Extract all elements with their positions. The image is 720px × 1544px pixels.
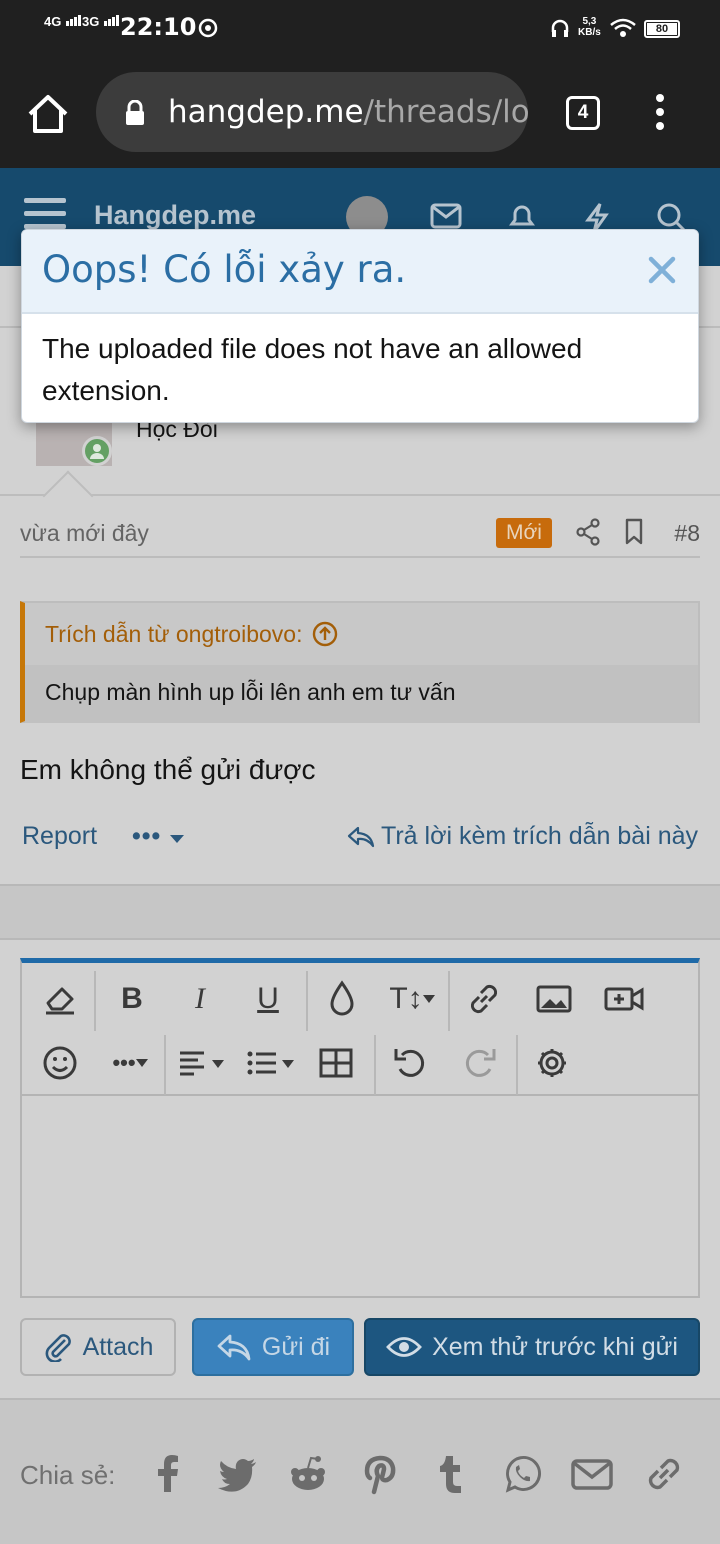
reply-icon [347,826,375,847]
paperclip-icon [45,1334,71,1362]
video-icon[interactable] [602,977,646,1021]
send-button[interactable]: Gửi đi [192,1318,354,1376]
post-number-link[interactable]: #8 [674,520,700,547]
copy-link-icon[interactable] [642,1452,686,1496]
tumblr-icon[interactable] [428,1452,472,1496]
url-text: hangdep.me/threads/loa [168,94,528,130]
post-message: Em không thể gửi được [20,754,316,785]
reply-editor: B I U T↕ ••• [20,958,700,1298]
headphones-icon [551,19,569,37]
email-icon[interactable] [570,1452,614,1496]
quote-text: Chụp màn hình up lỗi lên anh em tư vấn [25,665,698,723]
site-logo-text[interactable]: Hangdep.me [94,200,256,231]
message-textarea[interactable] [22,1098,698,1296]
caret-down-icon [170,835,185,843]
color-drop-icon[interactable] [320,977,364,1021]
attach-button[interactable]: Attach [20,1318,176,1376]
browser-toolbar: hangdep.me/threads/loa 4 [0,56,720,168]
bookmark-icon[interactable] [624,518,644,546]
new-badge: Mới [496,518,552,548]
image-icon[interactable] [532,977,576,1021]
settings-gear-icon[interactable] [530,1041,574,1085]
share-icon[interactable] [576,518,600,546]
reply-with-quote-link[interactable]: Trả lời kèm trích dẫn bài này [347,822,698,851]
post-actions-bar: Report ••• Trả lời kèm trích dẫn bài này [22,820,698,860]
italic-button[interactable]: I [178,977,222,1021]
status-bar: 4G 3G 22:10 5,3 KB/s 80 [0,0,720,56]
network-3g-indicator: 3G [82,14,119,29]
table-icon[interactable] [314,1041,358,1085]
inbox-icon[interactable] [430,202,462,230]
vpn-status-icon [198,18,218,38]
caret-down-icon [135,1059,148,1067]
facebook-icon[interactable] [146,1452,190,1496]
list-icon[interactable] [242,1041,302,1085]
section-separator [0,884,720,940]
more-tools-button[interactable]: ••• [102,1041,158,1085]
reddit-icon[interactable] [286,1452,330,1496]
error-dialog-title: Oops! Có lỗi xảy ra. [42,248,407,291]
underline-button[interactable]: U [246,977,290,1021]
post-time[interactable]: vừa mới đây [20,520,149,547]
tab-switcher-button[interactable]: 4 [566,96,600,130]
align-icon[interactable] [174,1041,234,1085]
undo-icon[interactable] [388,1041,432,1085]
reply-icon [217,1334,251,1361]
error-dialog: Oops! Có lỗi xảy ra. The uploaded file d… [21,229,699,423]
clock: 22:10 [120,13,197,41]
address-bar[interactable]: hangdep.me/threads/loa [96,72,528,152]
smiley-icon[interactable] [38,1041,82,1085]
report-link[interactable]: Report [22,822,97,851]
quote-block: Trích dẫn từ ongtroibovo: Chụp màn hình … [20,601,700,723]
pinterest-icon[interactable] [358,1452,402,1496]
preview-button[interactable]: Xem thử trước khi gửi [364,1318,700,1376]
bold-button[interactable]: B [110,977,154,1021]
browser-menu-icon[interactable] [656,94,672,136]
network-speed: 5,3 KB/s [578,16,601,38]
editor-toolbar: B I U T↕ ••• [22,963,698,1096]
error-dialog-message: The uploaded file does not have an allow… [42,333,583,406]
close-icon[interactable] [642,250,682,290]
more-actions-button[interactable]: ••• [132,822,185,851]
share-bar: Chia sẻ: [0,1398,720,1544]
arrow-up-circle-icon[interactable] [312,621,338,647]
network-4g-indicator: 4G [44,14,81,29]
eraser-icon[interactable] [38,977,82,1021]
text-size-button[interactable]: T↕ [382,977,442,1021]
quote-source[interactable]: Trích dẫn từ ongtroibovo: [45,621,302,648]
eye-icon [386,1337,423,1357]
online-status-icon [82,436,112,466]
battery-indicator: 80 [644,20,680,38]
post-meta-bar: vừa mới đây Mới #8 [20,510,700,558]
wifi-icon [610,18,636,37]
bell-icon[interactable] [508,202,536,232]
quote-header[interactable]: Trích dẫn từ ongtroibovo: [25,603,698,665]
lock-icon [126,100,144,125]
whatsapp-icon[interactable] [500,1452,544,1496]
caret-down-icon [422,995,435,1003]
error-dialog-header: Oops! Có lỗi xảy ra. [22,230,698,314]
link-icon[interactable] [462,977,506,1021]
redo-icon [465,1049,496,1077]
home-icon[interactable] [26,92,70,136]
share-label: Chia sẻ: [20,1460,116,1490]
twitter-icon[interactable] [216,1452,260,1496]
